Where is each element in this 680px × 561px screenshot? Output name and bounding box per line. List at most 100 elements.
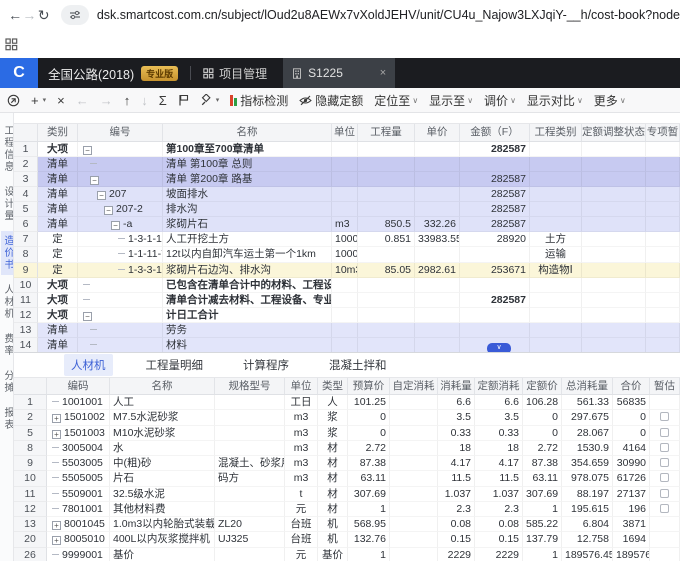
cell-category[interactable]: 清单 (38, 187, 78, 202)
cost-row-4[interactable]: 4清单−207坡面排水282587 (14, 187, 680, 202)
collapse-icon[interactable]: − (83, 312, 92, 321)
cell-type[interactable]: 浆 (318, 426, 348, 441)
cell-unit[interactable]: m3 (285, 426, 318, 441)
estimate-checkbox[interactable] (660, 489, 669, 498)
indent-icon[interactable]: → (100, 94, 113, 107)
cell-total-price[interactable]: 189576 (613, 548, 650, 561)
add-row-button[interactable]: + ▾ (31, 94, 46, 107)
cell-name[interactable]: M10水泥砂浆 (110, 426, 215, 441)
cell-quota-price[interactable]: 137.79 (523, 532, 562, 547)
cell-code[interactable]: 1-3-1-1 (78, 232, 163, 247)
cell-category[interactable]: 清单 (38, 323, 78, 338)
cell-total-price[interactable]: 4164 (613, 441, 650, 456)
cell-unit-price[interactable] (415, 187, 460, 202)
cell-category[interactable]: 大项 (38, 308, 78, 323)
cell-name[interactable]: 劳务 (163, 323, 332, 338)
cell-spec[interactable] (215, 502, 285, 517)
cell-quota-adjust-status[interactable] (582, 323, 646, 338)
cell-name[interactable]: 计日工合计 (163, 308, 332, 323)
collapse-icon[interactable]: − (83, 146, 92, 155)
cell-unit-price[interactable] (415, 202, 460, 217)
cell-amount[interactable]: 253671 (460, 263, 530, 278)
cell-code[interactable]: 1-3-3-1 (78, 263, 163, 278)
resource-row-12[interactable]: 127801001其他材料费元材12.32.31195.615196 (14, 502, 680, 517)
cell-custom-consumption[interactable] (390, 548, 438, 561)
resource-row-2[interactable]: 2+1501002M7.5水泥砂浆m3浆03.53.50297.6750 (14, 410, 680, 425)
cell-quota-adjust-status[interactable] (582, 202, 646, 217)
format-paint-button[interactable]: ▾ (200, 94, 220, 106)
sidebar-item-0[interactable]: 工程信息 (1, 121, 14, 177)
estimate-checkbox[interactable] (660, 443, 669, 452)
cell-consumption[interactable]: 1.037 (438, 487, 475, 502)
cell-total-price[interactable]: 196 (613, 502, 650, 517)
collapse-icon[interactable]: − (111, 221, 120, 230)
cell-special-estimate[interactable] (646, 232, 680, 247)
cell-consumption[interactable]: 0.08 (438, 517, 475, 532)
cell-special-estimate[interactable] (646, 338, 680, 352)
cell-quota-price[interactable]: 87.38 (523, 456, 562, 471)
cell-unit[interactable]: t (285, 487, 318, 502)
cell-quota-consumption[interactable]: 4.17 (475, 456, 523, 471)
cell-unit-price[interactable]: 332.26 (415, 217, 460, 232)
site-settings-pill[interactable] (61, 5, 89, 25)
cell-quota-consumption[interactable]: 2229 (475, 548, 523, 561)
cell-unit[interactable]: 台班 (285, 532, 318, 547)
cell-budget-price[interactable]: 87.38 (348, 456, 390, 471)
outdent-icon[interactable]: ← (76, 94, 89, 107)
resource-row-13[interactable]: 13+80010451.0m3以内轮胎式装载机ZL20台班机568.950.08… (14, 517, 680, 532)
cell-name[interactable]: 浆砌片石边沟、排水沟 (163, 263, 332, 278)
cell-unit[interactable]: 10m3实砌 (332, 263, 358, 278)
cell-total-price[interactable]: 27137 (613, 487, 650, 502)
cell-quota-price[interactable]: 1 (523, 548, 562, 561)
cell-special-estimate[interactable] (646, 172, 680, 187)
cell-budget-price[interactable]: 568.95 (348, 517, 390, 532)
cell-code[interactable] (78, 323, 163, 338)
cell-work-class[interactable] (530, 187, 582, 202)
cell-quota-consumption[interactable]: 0.08 (475, 517, 523, 532)
cell-estimate[interactable] (650, 532, 680, 547)
cell-quota-price[interactable]: 307.69 (523, 487, 562, 502)
cell-code[interactable]: −207-2 (78, 202, 163, 217)
cell-quantity[interactable] (358, 308, 415, 323)
cell-special-estimate[interactable] (646, 323, 680, 338)
cell-custom-consumption[interactable] (390, 456, 438, 471)
cell-unit[interactable]: 1000m3 (332, 232, 358, 247)
cell-unit-price[interactable] (415, 278, 460, 293)
cell-quantity[interactable] (358, 338, 415, 352)
cell-unit-price[interactable] (415, 338, 460, 352)
expand-icon[interactable]: + (52, 414, 61, 423)
cell-work-class[interactable] (530, 323, 582, 338)
cost-row-9[interactable]: 9定1-3-3-1浆砌片石边沟、排水沟10m3实砌85.052982.61253… (14, 263, 680, 278)
cell-name[interactable]: 1.0m3以内轮胎式装载机 (110, 517, 215, 532)
cell-type[interactable]: 人 (318, 395, 348, 410)
cell-custom-consumption[interactable] (390, 517, 438, 532)
estimate-checkbox[interactable] (660, 504, 669, 513)
cell-quantity[interactable] (358, 202, 415, 217)
cell-consumption[interactable]: 0.15 (438, 532, 475, 547)
cell-quota-adjust-status[interactable] (582, 172, 646, 187)
cell-dropdown-button[interactable]: ∨ (487, 343, 511, 352)
resource-row-5[interactable]: 5+1501003M10水泥砂浆m3浆00.330.33028.0670 (14, 426, 680, 441)
cell-amount[interactable] (460, 247, 530, 262)
delete-row-icon[interactable]: × (57, 94, 65, 107)
address-bar[interactable]: dsk.smartcost.com.cn/subject/lOud2u8AEWx… (97, 8, 680, 22)
cell-unit[interactable] (332, 187, 358, 202)
collapse-icon[interactable]: − (97, 191, 106, 200)
cell-category[interactable]: 清单 (38, 202, 78, 217)
cost-row-10[interactable]: 10大项已包含在清单合计中的材料、工程设备 (14, 278, 680, 293)
cell-custom-consumption[interactable] (390, 502, 438, 517)
cell-quantity[interactable] (358, 323, 415, 338)
cell-work-class[interactable] (530, 172, 582, 187)
cell-estimate[interactable] (650, 517, 680, 532)
sidebar-item-4[interactable]: 费率 (1, 329, 14, 361)
cell-code[interactable]: 3005004 (47, 441, 110, 456)
cell-name[interactable]: 人工 (110, 395, 215, 410)
cell-unit-price[interactable] (415, 247, 460, 262)
sidebar-item-3[interactable]: 人材机 (1, 280, 14, 324)
cell-unit[interactable]: 元 (285, 548, 318, 561)
cell-amount[interactable]: 282587 (460, 187, 530, 202)
move-up-icon[interactable]: ↑ (124, 94, 131, 107)
cell-spec[interactable] (215, 410, 285, 425)
cell-quota-adjust-status[interactable] (582, 293, 646, 308)
cell-consumption[interactable]: 6.6 (438, 395, 475, 410)
